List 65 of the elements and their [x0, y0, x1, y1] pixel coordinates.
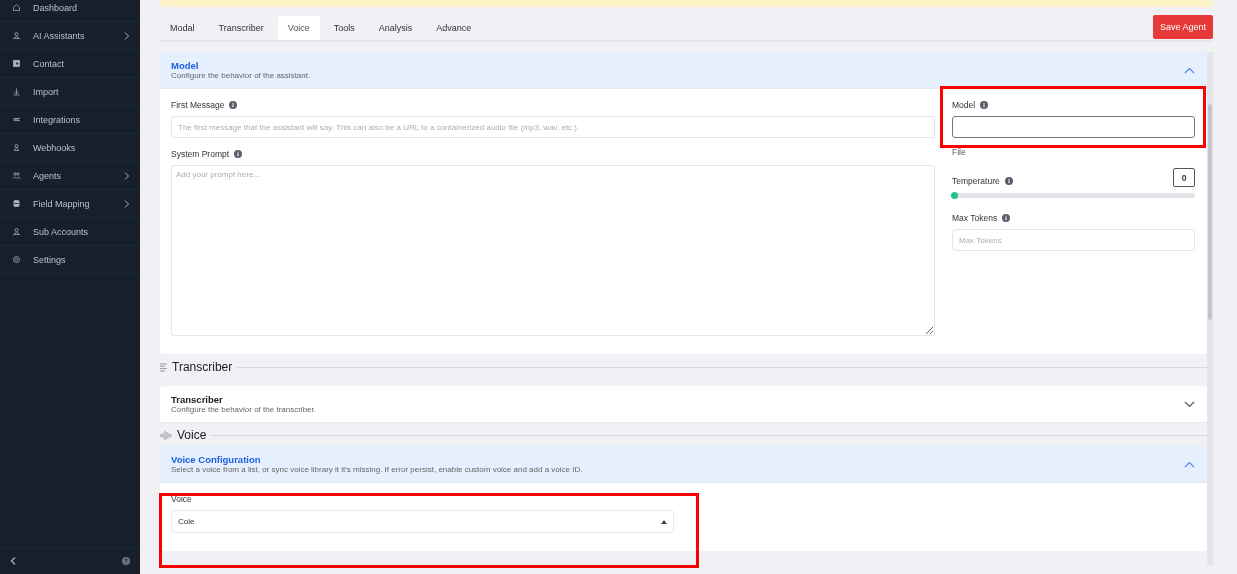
sidebar-item[interactable]: Agents [0, 162, 140, 190]
field-label: System Prompt [171, 149, 230, 159]
model-field[interactable] [952, 116, 1195, 138]
plug-icon [12, 115, 21, 124]
settings-icon [12, 255, 21, 264]
list-icon [160, 362, 167, 372]
sidebar-item[interactable]: Import [0, 78, 140, 106]
tab[interactable]: Tools [323, 16, 365, 40]
tab[interactable]: Transcriber [208, 16, 274, 40]
field-label: Max Tokens [952, 213, 998, 223]
sidebar-item[interactable]: Integrations [0, 106, 140, 134]
sidebar-item[interactable]: Webhooks [0, 134, 140, 162]
system-prompt-field[interactable]: Add your prompt here... [171, 165, 935, 336]
user-icon [12, 227, 21, 236]
scrollbar[interactable] [1207, 52, 1213, 565]
tab[interactable]: Advance [426, 16, 482, 40]
help-icon[interactable] [122, 557, 130, 565]
field-label: File [952, 147, 967, 157]
tab[interactable]: Modal [160, 16, 205, 40]
info-icon[interactable] [980, 101, 989, 109]
scrollbar-thumb[interactable] [1208, 104, 1212, 320]
section-title: Voice Configuration [171, 454, 262, 465]
section-title: Model [171, 60, 200, 71]
webhook-icon [12, 143, 21, 152]
tab[interactable]: Voice [277, 16, 320, 40]
section-header[interactable]: Model Configure the behavior of the assistant. [160, 52, 1207, 89]
sidebar-item[interactable]: AI Assistants [0, 22, 140, 50]
section-description: Select a voice from a list, or sync voice library it it's missing. If error persist, enable custom voice and add a voice ID. [171, 465, 584, 474]
sidebar-item[interactable]: Settings [0, 246, 140, 274]
section-description: Configure the behavior of the assistant. [171, 71, 312, 80]
info-icon[interactable] [229, 101, 238, 109]
slider-thumb[interactable] [951, 192, 958, 199]
section-heading: Transcriber [172, 360, 233, 374]
temperature-value: 0 [1173, 168, 1195, 187]
section-header[interactable]: Voice Configuration Select a voice from a list, or sync voice library it it's missing. If error persist, enable custom voice and add a voice ID. [160, 446, 1207, 483]
info-icon[interactable] [1004, 177, 1013, 185]
field-label: Model [952, 100, 976, 110]
section-title: Transcriber [171, 394, 224, 405]
sidebar-item[interactable]: Sub Accounts [0, 218, 140, 246]
section-description: Configure the behavior of the transcriber. [171, 405, 317, 414]
info-icon[interactable] [1002, 214, 1011, 222]
chevron-icon[interactable] [1184, 400, 1195, 408]
field-label: Voice [171, 494, 192, 504]
tab[interactable]: Analysis [368, 16, 423, 40]
caret-icon [661, 519, 667, 524]
field-label: First Message [171, 100, 225, 110]
download-arrow-icon [12, 87, 21, 96]
sidebar-item[interactable]: Field Mapping [0, 190, 140, 218]
field-label: Temperature [952, 176, 1000, 186]
sidebar-item[interactable]: Dashboard [0, 0, 140, 22]
collapse-chevron-icon[interactable] [10, 557, 16, 565]
home-icon [12, 3, 21, 12]
database-icon [12, 199, 21, 208]
max-tokens-field[interactable]: Max Tokens [952, 229, 1195, 251]
temperature-slider[interactable] [952, 193, 1195, 198]
section-heading: Voice [177, 428, 207, 442]
contact-card-icon [12, 59, 21, 68]
sidebar-item[interactable]: Contact [0, 50, 140, 78]
save-agent-button[interactable]: Save Agent [1152, 15, 1213, 39]
voice-dropdown[interactable]: Cole [171, 510, 674, 533]
users-icon [12, 171, 21, 180]
section-header[interactable]: Transcriber Configure the behavior of the transcriber. [160, 386, 1207, 423]
info-icon[interactable] [234, 150, 243, 158]
first-message-field[interactable]: The first message that the assistant will say. This can also be a URL to a containerized audio file (mp3, wav, etc.). [171, 116, 935, 138]
user-icon [12, 31, 21, 40]
